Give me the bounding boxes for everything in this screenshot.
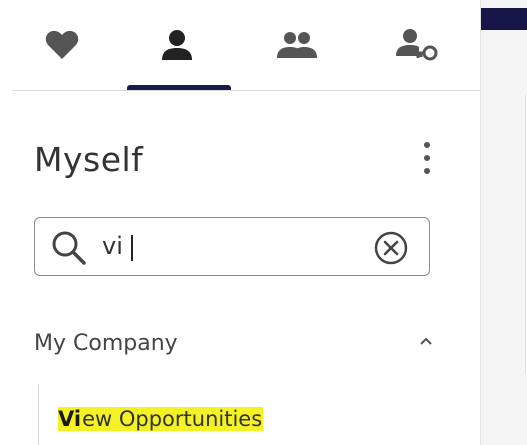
tab-favorites[interactable] [12,0,112,90]
search-box [34,217,430,276]
result-match-text: Vi [58,407,82,431]
page-title: Myself [34,140,144,179]
tree-guide-line [38,384,39,445]
more-options-icon[interactable] [415,140,439,176]
clear-search-icon[interactable] [373,230,409,266]
active-tab-indicator [127,85,231,90]
tab-access[interactable] [367,0,467,90]
result-rest-text: ew Opportunities [81,407,264,431]
tab-myself[interactable] [127,0,227,90]
text-cursor [131,235,133,261]
people-icon [277,32,317,58]
chevron-up-icon[interactable] [418,336,434,346]
person-key-icon [396,29,438,61]
side-panel: Myself My Company View Opportunities [0,0,480,445]
heart-icon [45,30,79,59]
tab-team[interactable] [247,0,347,90]
search-icon [52,231,86,265]
search-input[interactable] [102,228,372,264]
result-item-view-opportunities[interactable]: View Opportunities [58,407,264,431]
main-content-edge [481,0,527,445]
section-my-company[interactable]: My Company [34,331,178,356]
person-icon [162,30,192,60]
tab-bar [12,0,480,91]
main-header-edge [481,8,527,30]
